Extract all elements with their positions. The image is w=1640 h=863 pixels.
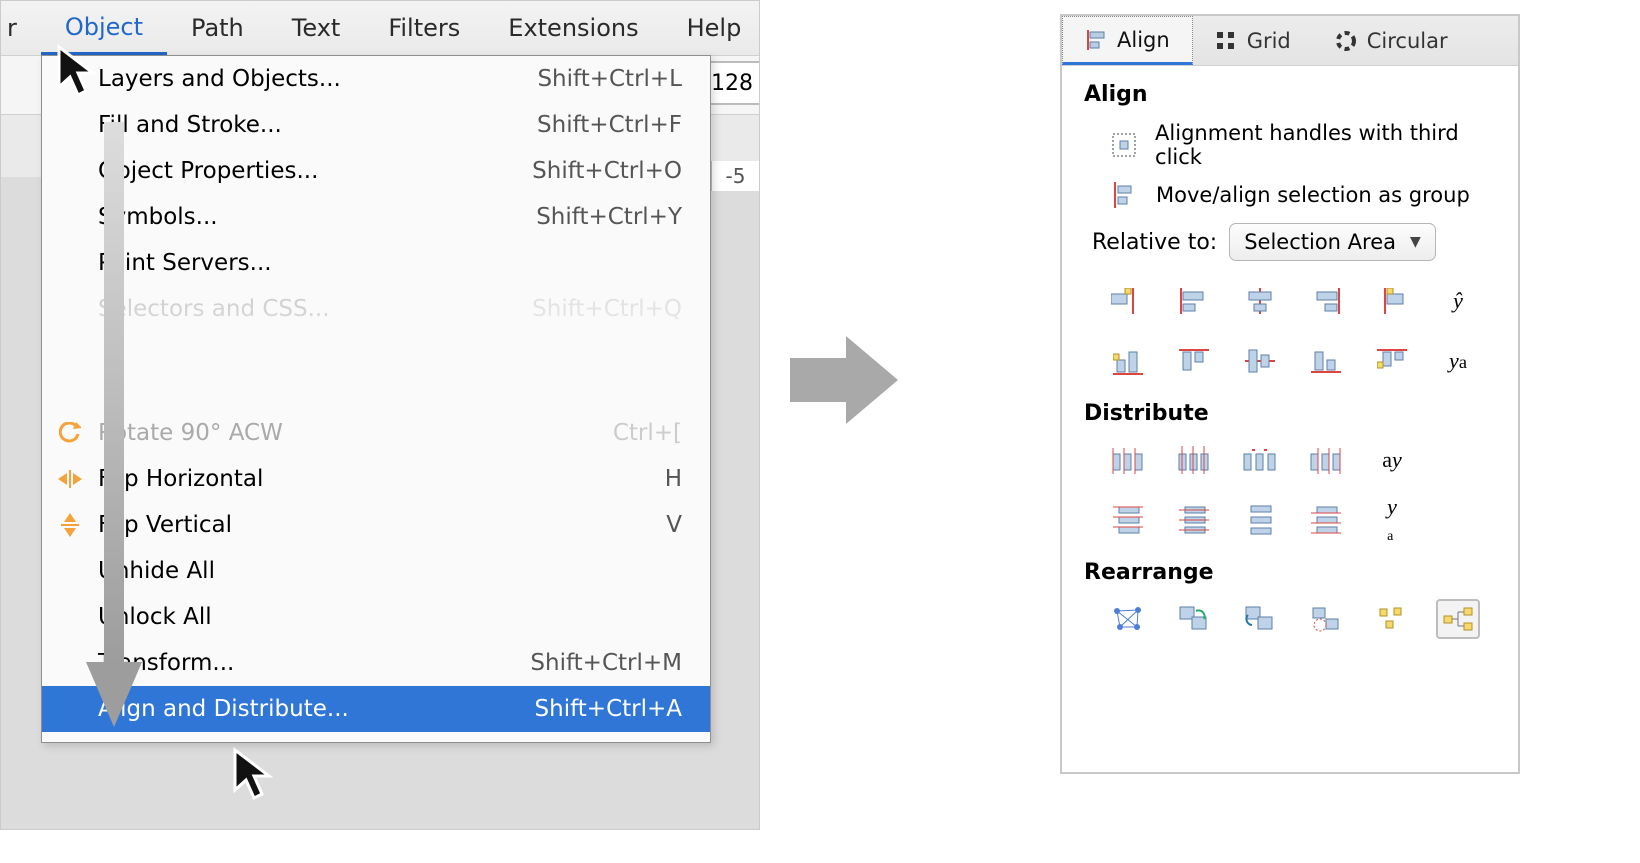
- menu-item-unhide-all[interactable]: Unhide All: [42, 548, 710, 594]
- menu-item-layers-objects[interactable]: Layers and Objects... Shift+Ctrl+L: [42, 56, 710, 102]
- align-left-button[interactable]: [1172, 281, 1216, 321]
- align-top-button[interactable]: [1172, 341, 1216, 381]
- menubar-item-filters[interactable]: Filters: [364, 1, 484, 55]
- align-icon-row-1: ŷ: [1080, 275, 1500, 335]
- menu-item-transform[interactable]: Transform... Shift+Ctrl+M: [42, 640, 710, 686]
- menubar-item-help[interactable]: Help: [663, 1, 766, 55]
- flip-horizontal-icon: [42, 470, 98, 488]
- align-top-out-button[interactable]: [1370, 341, 1414, 381]
- menu-item-align-distribute[interactable]: Align and Distribute... Shift+Ctrl+A: [42, 686, 710, 732]
- menu-item-object-properties[interactable]: Object Properties... Shift+Ctrl+O: [42, 148, 710, 194]
- align-tab-icon: [1085, 29, 1107, 51]
- menubar-item-truncated[interactable]: r: [1, 1, 41, 55]
- menubar: r Object Path Text Filters Extensions He…: [1, 1, 759, 55]
- tab-grid[interactable]: Grid: [1193, 16, 1313, 65]
- menu-item-unlock-all[interactable]: Unlock All: [42, 594, 710, 640]
- menu-item-rotate-acw[interactable]: Rotate 90° ACW Ctrl+[: [42, 410, 710, 456]
- align-left-out-button[interactable]: [1106, 281, 1150, 321]
- flip-vertical-icon: [42, 513, 98, 537]
- section-title-align: Align: [1084, 82, 1500, 107]
- grid-tab-icon: [1215, 30, 1237, 52]
- option-move-as-group[interactable]: Move/align selection as group: [1080, 175, 1500, 215]
- section-title-distribute: Distribute: [1084, 401, 1500, 426]
- rotate-acw-icon: [42, 422, 98, 444]
- rearrange-randomize-button[interactable]: [1304, 599, 1348, 639]
- relative-to-combo[interactable]: Selection Area ▼: [1229, 223, 1436, 261]
- rearrange-row: [1080, 593, 1500, 653]
- distribute-bottom-button[interactable]: [1304, 500, 1348, 540]
- align-right-button[interactable]: [1304, 281, 1348, 321]
- menu-item-paint-servers[interactable]: Paint Servers...: [42, 240, 710, 286]
- menu-item-selectors-css[interactable]: Selectors and CSS... Shift+Ctrl+Q: [42, 286, 710, 332]
- tab-align[interactable]: Align: [1062, 16, 1193, 65]
- text-distribute-ya-button[interactable]: ya: [1370, 500, 1414, 540]
- distribute-vgap-button[interactable]: [1238, 500, 1282, 540]
- distribute-top-button[interactable]: [1106, 500, 1150, 540]
- distribute-row-2: ya: [1080, 494, 1500, 554]
- distribute-vcenter-button[interactable]: [1172, 500, 1216, 540]
- circular-tab-icon: [1335, 30, 1357, 52]
- transition-arrow-icon: [790, 320, 900, 440]
- text-anchor-y-button[interactable]: ŷ: [1436, 281, 1480, 321]
- rearrange-swap-pos-button[interactable]: [1238, 599, 1282, 639]
- distribute-right-button[interactable]: [1304, 440, 1348, 480]
- cursor-icon: [55, 43, 101, 101]
- align-bottom-button[interactable]: [1304, 341, 1348, 381]
- combo-value: Selection Area: [1244, 230, 1396, 254]
- menubar-item-extensions[interactable]: Extensions: [484, 1, 662, 55]
- left-screenshot: r Object Path Text Filters Extensions He…: [0, 0, 760, 830]
- distribute-row-1: ay: [1080, 434, 1500, 494]
- align-bottom-out-button[interactable]: [1106, 341, 1150, 381]
- group-align-icon: [1110, 181, 1138, 209]
- distribute-hcenter-button[interactable]: [1172, 440, 1216, 480]
- chevron-down-icon: ▼: [1410, 234, 1421, 250]
- toolbar-number-field[interactable]: 128: [705, 61, 759, 105]
- object-menu-dropdown: Layers and Objects... Shift+Ctrl+L Fill …: [41, 55, 711, 743]
- rearrange-swap-z-button[interactable]: [1172, 599, 1216, 639]
- menu-item-symbols[interactable]: Symbols... Shift+Ctrl+Y: [42, 194, 710, 240]
- rearrange-unclump-button[interactable]: [1370, 599, 1414, 639]
- menubar-item-path[interactable]: Path: [167, 1, 268, 55]
- relative-to-label: Relative to:: [1092, 230, 1217, 255]
- option-label: Alignment handles with third click: [1155, 121, 1500, 169]
- option-label: Move/align selection as group: [1156, 183, 1470, 207]
- rearrange-tree-button[interactable]: [1436, 599, 1480, 639]
- menu-item-fill-stroke[interactable]: Fill and Stroke... Shift+Ctrl+F: [42, 102, 710, 148]
- align-dialog: Align Grid Circular Align: [1060, 14, 1520, 774]
- tab-label: Align: [1117, 28, 1170, 52]
- align-icon-row-2: ya: [1080, 335, 1500, 395]
- distribute-hgap-button[interactable]: [1238, 440, 1282, 480]
- cursor-icon: [231, 746, 277, 804]
- ruler-marker: -5: [711, 161, 759, 191]
- tab-circular[interactable]: Circular: [1313, 16, 1470, 65]
- tab-label: Grid: [1247, 29, 1291, 53]
- align-vcenter-button[interactable]: [1238, 341, 1282, 381]
- text-anchor-ya-button[interactable]: ya: [1436, 341, 1480, 381]
- distribute-left-button[interactable]: [1106, 440, 1150, 480]
- tab-label: Circular: [1367, 29, 1448, 53]
- rearrange-graph-button[interactable]: [1106, 599, 1150, 639]
- menubar-item-text[interactable]: Text: [268, 1, 365, 55]
- menu-item-flip-horizontal[interactable]: Flip Horizontal H: [42, 456, 710, 502]
- align-hcenter-button[interactable]: [1238, 281, 1282, 321]
- menu-item-flip-vertical[interactable]: Flip Vertical V: [42, 502, 710, 548]
- align-right-out-button[interactable]: [1370, 281, 1414, 321]
- handles-icon: [1110, 131, 1137, 159]
- section-title-rearrange: Rearrange: [1084, 560, 1500, 585]
- option-alignment-handles[interactable]: Alignment handles with third click: [1080, 115, 1500, 175]
- text-distribute-ay-button[interactable]: ay: [1370, 440, 1414, 480]
- dialog-tabbar: Align Grid Circular: [1062, 16, 1518, 66]
